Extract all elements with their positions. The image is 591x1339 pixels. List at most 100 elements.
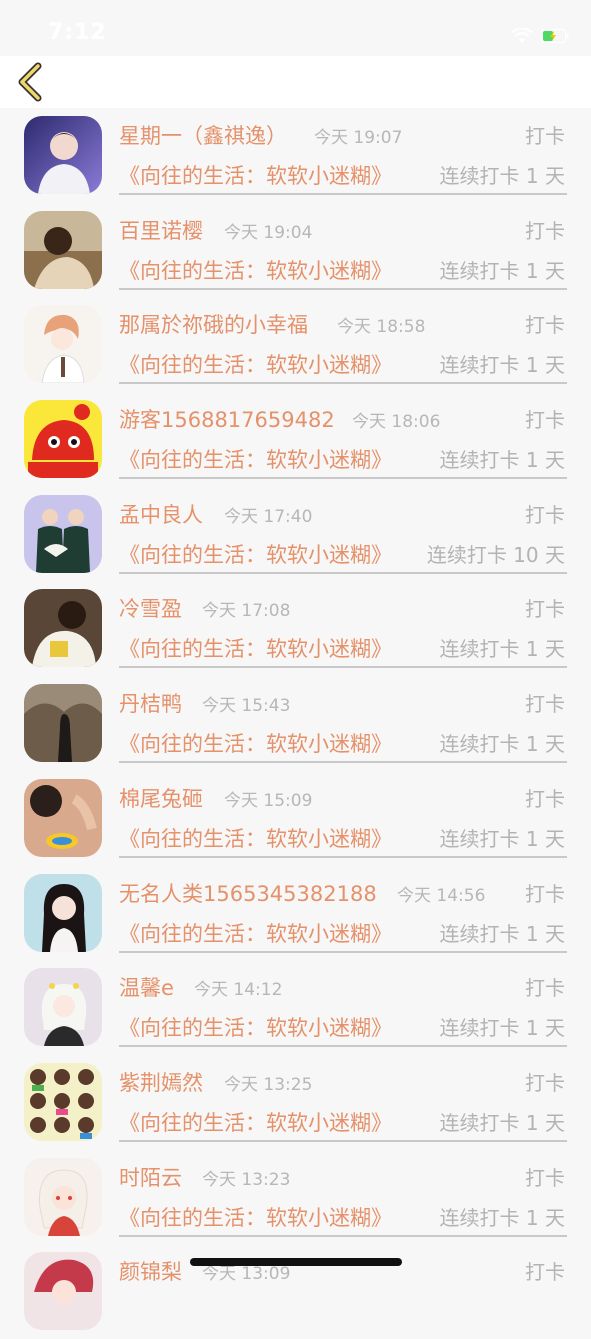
book-title[interactable]: 《向往的生活：软软小迷糊》 xyxy=(119,918,392,948)
divider xyxy=(119,571,567,574)
checkin-label: 打卡 xyxy=(525,218,565,243)
list-item[interactable]: 丹桔鸭 今天 15:43 打卡 《向往的生活：软软小迷糊》 连续打卡 1 天 xyxy=(0,676,591,771)
checkin-list: 星期一（鑫祺逸） 今天 19:07 打卡 《向往的生活：软软小迷糊》 连续打卡 … xyxy=(0,108,591,1339)
list-item[interactable]: 百里诺樱 今天 19:04 打卡 《向往的生活：软软小迷糊》 连续打卡 1 天 xyxy=(0,203,591,298)
user-name[interactable]: 棉尾兔砸 xyxy=(119,783,203,813)
book-title[interactable]: 《向往的生活：软软小迷糊》 xyxy=(119,823,392,853)
divider xyxy=(119,855,567,858)
divider xyxy=(119,193,567,195)
checkin-label: 打卡 xyxy=(525,1260,565,1285)
list-item[interactable]: 棉尾兔砸 今天 15:09 打卡 《向往的生活：软软小迷糊》 连续打卡 1 天 xyxy=(0,771,591,866)
book-title[interactable]: 《向往的生活：软软小迷糊》 xyxy=(119,1012,392,1042)
checkin-time: 今天 15:43 xyxy=(202,696,291,717)
user-name[interactable]: 丹桔鸭 xyxy=(119,688,182,718)
book-title[interactable]: 《向往的生活：软软小迷糊》 xyxy=(119,160,392,190)
divider xyxy=(119,666,567,669)
checkin-time: 今天 14:56 xyxy=(397,885,486,906)
list-item[interactable]: 星期一（鑫祺逸） 今天 19:07 打卡 《向往的生活：软软小迷糊》 连续打卡 … xyxy=(0,108,591,203)
checkin-time: 今天 14:12 xyxy=(194,980,283,1001)
user-name[interactable]: 紫荆嫣然 xyxy=(119,1067,203,1097)
list-item[interactable]: 紫荆嫣然 今天 13:25 打卡 《向往的生活：软软小迷糊》 连续打卡 1 天 xyxy=(0,1055,591,1150)
checkin-time: 今天 13:25 xyxy=(224,1074,313,1095)
streak-count: 连续打卡 1 天 xyxy=(439,353,565,378)
divider xyxy=(119,1139,567,1142)
checkin-label: 打卡 xyxy=(525,502,565,527)
book-title[interactable]: 《向往的生活：软软小迷糊》 xyxy=(119,349,392,379)
checkin-label: 打卡 xyxy=(525,597,565,622)
avatar[interactable] xyxy=(24,494,102,573)
checkin-time: 今天 17:40 xyxy=(224,506,313,527)
streak-count: 连续打卡 1 天 xyxy=(439,637,565,662)
user-name[interactable]: 时陌云 xyxy=(119,1162,182,1192)
back-button[interactable] xyxy=(14,62,46,102)
avatar[interactable] xyxy=(24,305,102,384)
streak-count: 连续打卡 1 天 xyxy=(439,1205,565,1230)
list-item[interactable]: 游客1568817659482 今天 18:06 打卡 《向往的生活：软软小迷糊… xyxy=(0,392,591,487)
book-title[interactable]: 《向往的生活：软软小迷糊》 xyxy=(119,728,392,758)
book-title[interactable]: 《向往的生活：软软小迷糊》 xyxy=(119,444,392,474)
checkin-time: 今天 18:06 xyxy=(352,412,441,433)
streak-count: 连续打卡 1 天 xyxy=(439,1016,565,1041)
list-item[interactable]: 那属於祢硪的小幸福 今天 18:58 打卡 《向往的生活：软软小迷糊》 连续打卡… xyxy=(0,297,591,392)
avatar[interactable] xyxy=(24,968,102,1047)
user-name[interactable]: 百里诺樱 xyxy=(119,215,203,245)
divider xyxy=(119,1234,567,1237)
user-name[interactable]: 颜锦梨 xyxy=(119,1256,182,1286)
checkin-time: 今天 17:08 xyxy=(202,601,291,622)
checkin-label: 打卡 xyxy=(525,692,565,717)
avatar[interactable] xyxy=(24,873,102,952)
divider xyxy=(119,1045,567,1048)
checkin-time: 今天 13:23 xyxy=(202,1169,291,1190)
wifi-icon xyxy=(511,28,533,44)
book-title[interactable]: 《向往的生活：软软小迷糊》 xyxy=(119,1202,392,1232)
status-time: 7:12 xyxy=(48,20,107,45)
list-item[interactable]: 无名人类1565345382188 今天 14:56 打卡 《向往的生活：软软小… xyxy=(0,866,591,961)
avatar[interactable] xyxy=(24,210,102,289)
streak-count: 连续打卡 1 天 xyxy=(439,1110,565,1135)
avatar[interactable] xyxy=(24,1252,102,1331)
book-title[interactable]: 《向往的生活：软软小迷糊》 xyxy=(119,255,392,285)
list-item[interactable]: 温馨e 今天 14:12 打卡 《向往的生活：软软小迷糊》 连续打卡 1 天 xyxy=(0,960,591,1055)
checkin-label: 打卡 xyxy=(525,1165,565,1190)
avatar[interactable] xyxy=(24,1062,102,1141)
checkin-time: 今天 19:04 xyxy=(224,222,313,243)
checkin-time: 今天 18:58 xyxy=(337,317,426,338)
user-name[interactable]: 孟中良人 xyxy=(119,499,203,529)
list-item[interactable]: 孟中良人 今天 17:40 打卡 《向往的生活：软软小迷糊》 连续打卡 10 天 xyxy=(0,487,591,582)
user-name[interactable]: 冷雪盈 xyxy=(119,593,182,623)
checkin-time: 今天 19:07 xyxy=(314,128,403,148)
list-item[interactable]: 时陌云 今天 13:23 打卡 《向往的生活：软软小迷糊》 连续打卡 1 天 xyxy=(0,1150,591,1245)
checkin-label: 打卡 xyxy=(525,1070,565,1095)
chevron-left-icon xyxy=(18,62,42,102)
user-name[interactable]: 星期一（鑫祺逸） xyxy=(119,120,287,150)
avatar[interactable] xyxy=(24,589,102,668)
avatar[interactable] xyxy=(24,1157,102,1236)
book-title[interactable]: 《向往的生活：软软小迷糊》 xyxy=(119,633,392,663)
nav-bar xyxy=(0,56,591,108)
avatar[interactable] xyxy=(24,116,102,194)
user-name[interactable]: 温馨e xyxy=(119,972,174,1002)
checkin-time: 今天 15:09 xyxy=(224,790,313,811)
home-indicator[interactable] xyxy=(190,1258,402,1266)
checkin-label: 打卡 xyxy=(525,786,565,811)
divider xyxy=(119,287,567,290)
user-name[interactable]: 游客1568817659482 xyxy=(119,404,335,434)
status-bar: 7:12 xyxy=(0,0,591,56)
divider xyxy=(119,382,567,385)
book-title[interactable]: 《向往的生活：软软小迷糊》 xyxy=(119,1107,392,1137)
battery-icon xyxy=(541,29,569,43)
user-name[interactable]: 那属於祢硪的小幸福 xyxy=(119,309,308,339)
book-title[interactable]: 《向往的生活：软软小迷糊》 xyxy=(119,539,392,569)
streak-count: 连续打卡 1 天 xyxy=(439,448,565,473)
user-name[interactable]: 无名人类1565345382188 xyxy=(119,878,377,908)
streak-count: 连续打卡 1 天 xyxy=(439,164,565,188)
checkin-label: 打卡 xyxy=(525,976,565,1001)
avatar[interactable] xyxy=(24,778,102,857)
checkin-label: 打卡 xyxy=(525,124,565,148)
avatar[interactable] xyxy=(24,400,102,479)
divider xyxy=(119,761,567,764)
checkin-label: 打卡 xyxy=(525,313,565,338)
avatar[interactable] xyxy=(24,684,102,763)
list-item[interactable]: 冷雪盈 今天 17:08 打卡 《向往的生活：软软小迷糊》 连续打卡 1 天 xyxy=(0,581,591,676)
streak-count: 连续打卡 10 天 xyxy=(426,542,565,567)
